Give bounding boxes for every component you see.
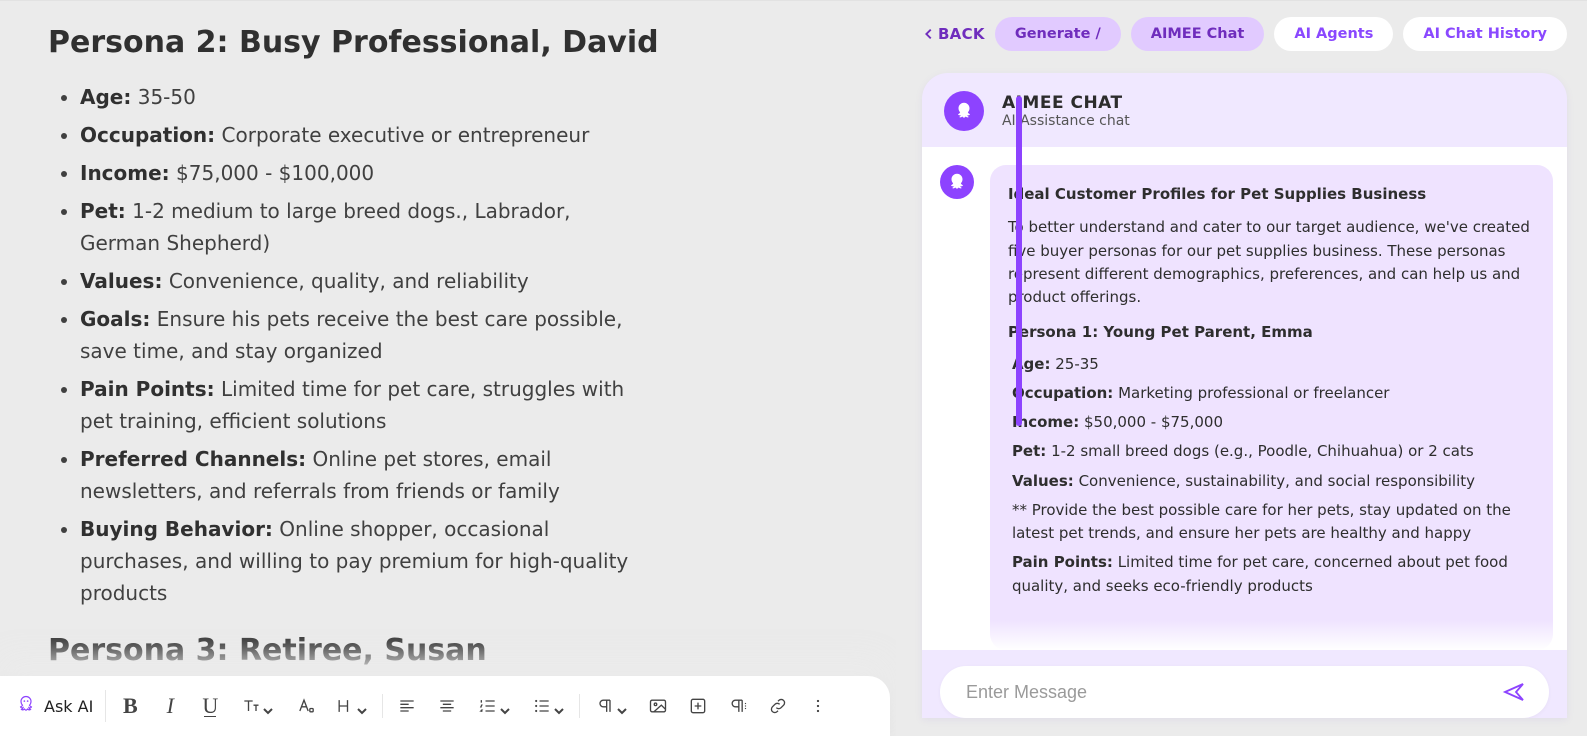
- tab-ai-chat-history[interactable]: AI Chat History: [1403, 17, 1567, 51]
- ai-panel: BACK Generate / AIMEE Chat AI Agents AI …: [896, 1, 1587, 736]
- list-ordered-icon: [478, 696, 498, 716]
- list-item: Age: 25-35: [1012, 353, 1533, 376]
- tab-ai-agents[interactable]: AI Agents: [1274, 17, 1393, 51]
- plus-square-icon: [688, 696, 708, 716]
- octopus-icon: [953, 100, 975, 122]
- italic-button[interactable]: I: [152, 688, 188, 724]
- insert-block-button[interactable]: [680, 688, 716, 724]
- ask-ai-label: Ask AI: [44, 697, 93, 716]
- ask-ai-button[interactable]: Ask AI: [10, 690, 106, 722]
- align-center-icon: [437, 696, 457, 716]
- pilcrow-dots-icon: [728, 696, 748, 716]
- document-pane: Persona 2: Busy Professional, David Age:…: [0, 1, 896, 736]
- text-color-icon: [294, 696, 314, 716]
- list-item[interactable]: Goals: Ensure his pets receive the best …: [80, 303, 848, 367]
- back-button[interactable]: BACK: [922, 25, 985, 43]
- editor-toolbar: Ask AI B I U: [0, 676, 890, 736]
- avatar: [944, 91, 984, 131]
- paragraph-button[interactable]: [586, 688, 636, 724]
- heading-icon: [335, 696, 355, 716]
- align-center-button[interactable]: [429, 688, 465, 724]
- list-item[interactable]: Income: $75,000 - $100,000: [80, 157, 848, 189]
- octopus-icon: [16, 694, 36, 718]
- message-persona-list: Age: 25-35 Occupation: Marketing profess…: [1008, 353, 1533, 598]
- list-item[interactable]: Age: 35-50: [80, 81, 848, 113]
- more-button[interactable]: [800, 688, 836, 724]
- link-button[interactable]: [760, 688, 796, 724]
- list-item: Income: $50,000 - $75,000: [1012, 411, 1533, 434]
- font-size-button[interactable]: [232, 688, 282, 724]
- align-left-icon: [397, 696, 417, 716]
- underline-button[interactable]: U: [192, 688, 228, 724]
- list-item: Pet: 1-2 small breed dogs (e.g., Poodle,…: [1012, 440, 1533, 463]
- send-icon: [1502, 680, 1526, 704]
- list-item[interactable]: Pet: 1-2 medium to large breed dogs., La…: [80, 195, 848, 259]
- link-icon: [768, 696, 788, 716]
- list-item: Values: Convenience, sustainability, and…: [1012, 470, 1533, 493]
- list-bullet-icon: [532, 696, 552, 716]
- chat-input[interactable]: [940, 666, 1549, 718]
- message-intro: To better understand and cater to our ta…: [1008, 216, 1533, 309]
- list-item[interactable]: Values: Convenience, quality, and reliab…: [80, 265, 848, 297]
- pilcrow-icon: [595, 696, 615, 716]
- list-item[interactable]: Occupation: Corporate executive or entre…: [80, 119, 848, 151]
- tab-aimee-chat[interactable]: AIMEE Chat: [1131, 17, 1265, 51]
- ordered-list-button[interactable]: [469, 688, 519, 724]
- image-button[interactable]: [640, 688, 676, 724]
- bold-button[interactable]: B: [112, 688, 148, 724]
- chevron-down-icon: [617, 701, 627, 711]
- chevron-down-icon: [357, 701, 367, 711]
- list-item: Pain Points: Limited time for pet care, …: [1012, 551, 1533, 598]
- text-color-button[interactable]: [286, 688, 322, 724]
- chevron-down-icon: [263, 701, 273, 711]
- chevron-left-icon: [922, 27, 936, 41]
- document-content[interactable]: Persona 2: Busy Professional, David Age:…: [0, 1, 896, 736]
- tab-generate[interactable]: Generate /: [995, 17, 1121, 51]
- scrollbar-thumb[interactable]: [1016, 96, 1022, 426]
- ai-panel-tabs: BACK Generate / AIMEE Chat AI Agents AI …: [922, 17, 1567, 51]
- persona2-title: Persona 2: Busy Professional, David: [48, 19, 848, 67]
- list-item: ** Provide the best possible care for he…: [1012, 499, 1533, 546]
- more-vertical-icon: [808, 696, 828, 716]
- align-left-button[interactable]: [389, 688, 425, 724]
- list-item[interactable]: Preferred Channels: Online pet stores, e…: [80, 443, 848, 507]
- chat-input-field[interactable]: [964, 681, 1497, 704]
- text-size-icon: [241, 696, 261, 716]
- chevron-down-icon: [500, 701, 510, 711]
- octopus-icon: [946, 171, 968, 193]
- list-item: Occupation: Marketing professional or fr…: [1012, 382, 1533, 405]
- chat-input-area: [922, 650, 1567, 718]
- message-persona-title: Persona 1: Young Pet Parent, Emma: [1008, 321, 1533, 344]
- list-item[interactable]: Buying Behavior: Online shopper, occasio…: [80, 513, 848, 609]
- image-icon: [648, 696, 668, 716]
- heading-button[interactable]: [326, 688, 376, 724]
- message-title: Ideal Customer Profiles for Pet Supplies…: [1008, 183, 1533, 206]
- avatar: [940, 165, 974, 199]
- paragraph-format-button[interactable]: [720, 688, 756, 724]
- chevron-down-icon: [554, 701, 564, 711]
- bullet-list-button[interactable]: [523, 688, 573, 724]
- list-item[interactable]: Pain Points: Limited time for pet care, …: [80, 373, 848, 437]
- ai-message[interactable]: Ideal Customer Profiles for Pet Supplies…: [990, 165, 1553, 650]
- send-button[interactable]: [1497, 675, 1531, 709]
- persona2-list: Age: 35-50 Occupation: Corporate executi…: [48, 81, 848, 609]
- persona3-title: Persona 3: Retiree, Susan: [48, 627, 848, 675]
